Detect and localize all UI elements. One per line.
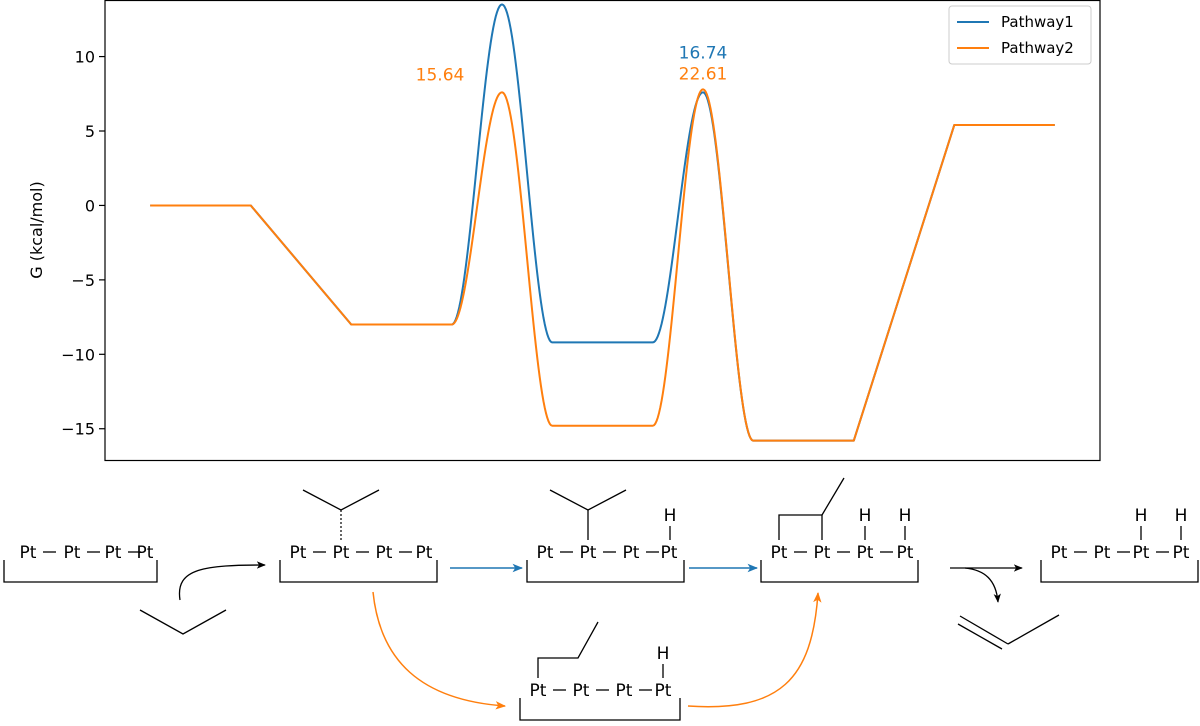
legend: Pathway1 Pathway2 — [948, 5, 1092, 65]
barrier-label: 22.61 — [679, 64, 728, 84]
atom-label: Pt — [771, 543, 788, 563]
hydrogen-label: H — [1175, 506, 1188, 526]
propane-molecule — [139, 609, 227, 635]
support-bracket — [1040, 560, 1199, 583]
hydrogen-label: H — [664, 506, 677, 526]
reaction-scheme: Pt Pt Pt Pt Pt Pt Pt Pt Pt Pt Pt Pt H Pt… — [3, 477, 1199, 721]
support-bracket — [3, 560, 158, 583]
structure-1-propyl-h: Pt Pt Pt Pt H — [519, 621, 681, 721]
energy-profile-figure: 1050−5−10−15 21.5215.6416.7422.61 G (kca… — [3, 0, 1199, 721]
y-tick-label: −10 — [61, 345, 95, 364]
atom-label: Pt — [655, 681, 672, 701]
atom-label: Pt — [1173, 543, 1190, 563]
propyl-fragment — [549, 489, 627, 511]
y-axis-ticks: 10 5 0 −5 −10 −15 — [61, 48, 105, 439]
atom-label: Pt — [623, 543, 640, 563]
atom-label: Pt — [537, 543, 554, 563]
energy-chart: 1050−5−10−15 21.5215.6416.7422.61 G (kca… — [27, 0, 1101, 462]
atom-label: Pt — [333, 543, 350, 563]
structure-2-propyl-h: Pt Pt Pt Pt H — [526, 489, 685, 583]
structure-pt4-2h: Pt Pt Pt Pt H H — [1040, 506, 1199, 583]
atom-label: Pt — [573, 681, 590, 701]
atom-label: Pt — [105, 543, 122, 563]
atom-label: Pt — [1051, 543, 1068, 563]
pathway2-arrow-1 — [372, 591, 507, 710]
y-tick-label: −5 — [71, 271, 95, 290]
plot-frame — [104, 0, 1101, 462]
support-bracket — [519, 698, 681, 721]
atom-label: Pt — [661, 543, 678, 563]
atom-label: Pt — [1133, 543, 1150, 563]
atom-label: Pt — [530, 681, 547, 701]
support-bracket — [526, 560, 685, 583]
atom-label: Pt — [20, 543, 37, 563]
bond — [821, 477, 845, 516]
hydrogen-label: H — [899, 506, 912, 526]
propene-molecule — [957, 614, 1060, 650]
y-tick-label: 10 — [75, 48, 95, 67]
hydrogen-label: H — [1135, 506, 1148, 526]
atom-label: Pt — [1094, 543, 1111, 563]
propane-fragment — [302, 489, 380, 511]
y-axis-label: G (kcal/mol) — [27, 181, 46, 279]
hydrogen-label: H — [859, 506, 872, 526]
atom-label: Pt — [897, 543, 914, 563]
legend-label-pathway2: Pathway2 — [1001, 39, 1074, 57]
propene-release-arrow — [964, 567, 1001, 603]
atom-label: Pt — [416, 543, 433, 563]
annotation-layer: 21.5215.6416.7422.61 — [416, 0, 728, 85]
series-layer — [150, 3, 1055, 442]
barrier-label: 16.74 — [679, 43, 728, 63]
n-propyl-fragment — [537, 621, 599, 678]
support-bracket — [279, 560, 438, 583]
legend-label-pathway1: Pathway1 — [1001, 13, 1074, 31]
y-tick-label: 0 — [85, 196, 95, 215]
hydrogen-label: H — [657, 644, 670, 664]
support-bracket — [760, 560, 919, 583]
pathway2-arrow-2 — [687, 591, 822, 708]
atom-label: Pt — [137, 543, 154, 563]
structure-propane-adsorbed: Pt Pt Pt Pt — [279, 489, 438, 583]
y-tick-label: 5 — [85, 122, 95, 141]
y-tick-label: −15 — [61, 420, 95, 439]
atom-label: Pt — [64, 543, 81, 563]
series-line-pathway1 — [150, 3, 1055, 442]
barrier-label: 15.64 — [416, 65, 465, 85]
series-line-pathway2 — [150, 88, 1055, 442]
structure-propene-2h: Pt Pt Pt Pt H H — [760, 477, 919, 583]
atom-label: Pt — [857, 543, 874, 563]
atom-label: Pt — [290, 543, 307, 563]
atom-label: Pt — [616, 681, 633, 701]
propene-fragment — [778, 514, 823, 540]
structure-pt4-bare: Pt Pt Pt Pt — [3, 543, 158, 583]
atom-label: Pt — [376, 543, 393, 563]
adsorption-arrow — [178, 561, 266, 601]
atom-label: Pt — [814, 543, 831, 563]
atom-label: Pt — [580, 543, 597, 563]
